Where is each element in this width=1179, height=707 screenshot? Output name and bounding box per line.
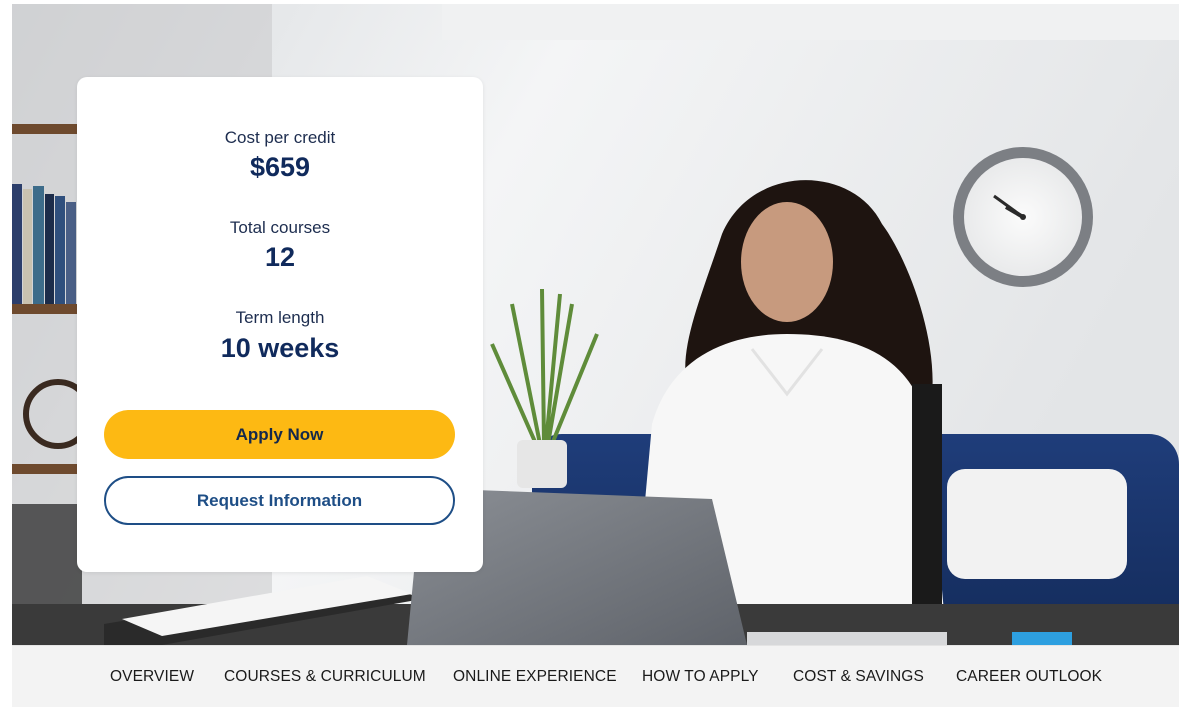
apply-now-button[interactable]: Apply Now [104, 410, 455, 459]
program-page: Cost per credit $659 Total courses 12 Te… [0, 0, 1179, 707]
nav-item-how-to-apply[interactable]: HOW TO APPLY [642, 646, 759, 707]
term-length-label: Term length [235, 308, 325, 327]
wall-clock-image [953, 147, 1093, 287]
section-nav: OVERVIEW COURSES & CURRICULUM ONLINE EXP… [12, 645, 1179, 707]
cost-per-credit-value: $659 [249, 152, 311, 182]
total-courses-value: 12 [264, 242, 296, 272]
nav-item-cost-savings[interactable]: COST & SAVINGS [793, 646, 924, 707]
term-length-value: 10 weeks [220, 333, 340, 363]
books [12, 184, 76, 304]
request-information-button[interactable]: Request Information [104, 476, 455, 525]
nav-item-overview[interactable]: OVERVIEW [110, 646, 194, 707]
nav-item-online-experience[interactable]: ONLINE EXPERIENCE [453, 646, 617, 707]
nav-item-courses-curriculum[interactable]: COURSES & CURRICULUM [224, 646, 426, 707]
nav-item-career-outlook[interactable]: CAREER OUTLOOK [956, 646, 1102, 707]
program-info-card: Cost per credit $659 Total courses 12 Te… [77, 77, 483, 572]
total-courses-label: Total courses [229, 218, 331, 237]
cost-per-credit-label: Cost per credit [224, 128, 336, 147]
